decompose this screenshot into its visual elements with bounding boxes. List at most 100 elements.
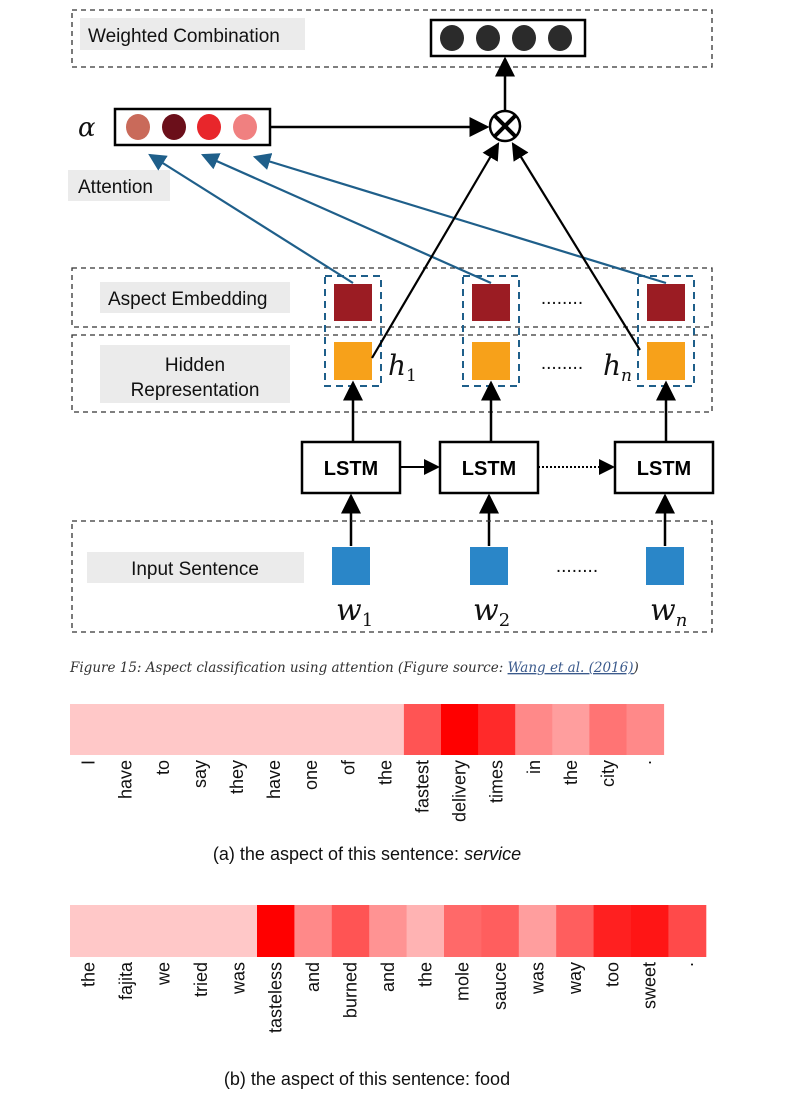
heatmap-cell [294,905,333,957]
heatmap-cell [515,704,553,755]
token-label: . [677,962,697,967]
time-step-columns: LSTM LSTM LSTM [300,275,715,585]
attention-arrow [252,153,667,285]
token-label: was [228,962,248,995]
token-label: sweet [640,962,660,1009]
input-sentence-label: Input Sentence [131,559,259,580]
output-cell [476,25,500,51]
attention-label: Attention [78,177,153,198]
ellipsis: ........ [541,353,583,374]
heatmap-cell [70,704,108,755]
token-label: fastest [412,760,432,813]
heatmap-cell [292,704,331,755]
attention-weight-cell [162,114,186,140]
token-label: I [79,760,99,765]
token-label: mole [453,962,473,1001]
lstm-label: LSTM [324,458,378,480]
heatmap-a-caption: (a) the aspect of this sentence: service [213,844,521,864]
aspect-embedding-square [334,284,372,321]
hidden-label-line2: Representation [131,380,260,401]
w1-label: w1 [336,593,373,631]
heatmap-cell [219,905,258,957]
attention-arrow [148,153,354,284]
heatmap-cell [144,905,183,957]
hidden-state-square [334,342,372,380]
token-label: the [375,760,395,785]
token-label: one [301,760,321,790]
attention-weight-cell [233,114,257,140]
token-label: have [116,760,136,799]
arrow [371,142,500,359]
heatmap-cell [107,905,146,957]
token-label: way [565,962,585,995]
aspect-embedding-label: Aspect Embedding [108,289,268,310]
token-label: we [154,962,174,986]
token-label: of [338,759,358,775]
output-cell [548,25,572,51]
token-label: and [303,962,323,992]
token-label: fajita [116,961,136,1000]
token-label: in [524,760,544,774]
input-word-square [470,547,508,585]
heatmap-cell [444,905,482,957]
heatmap-cell [70,905,108,957]
heatmap-cell [255,704,294,755]
weighted-combination-label: Weighted Combination [88,26,280,47]
figure-caption: Figure 15: Aspect classification using a… [69,660,639,676]
token-label: city [598,760,618,787]
input-word-square [332,547,370,585]
heatmap-cell [593,905,632,957]
token-label: too [602,962,622,987]
output-cell [440,25,464,51]
token-label: have [264,760,284,799]
output-cell [512,25,536,51]
input-word-square [646,547,684,585]
aspect-embedding-square [472,284,510,321]
heatmap-cell [144,704,182,755]
attention-weight-cell [197,114,221,140]
token-label: and [378,962,398,992]
alpha-symbol: α [78,113,96,143]
hidden-state-square [472,342,510,380]
heatmap-service: Ihave to say they have one of the fastest deliver… [70,704,665,822]
source-link[interactable]: Wang et al. (2016) [508,660,634,676]
token-label: they [227,760,247,794]
token-label: times [487,760,507,803]
heatmap-cell [218,704,256,755]
token-label: delivery [450,760,470,822]
heatmap-cell [182,905,221,957]
heatmap-cell [107,704,145,755]
heatmap-cell [668,905,707,957]
heatmap-cell [552,704,590,755]
token-label: to [153,760,173,775]
token-label: sauce [490,962,510,1010]
heatmap-cell [481,905,520,957]
figure: Weighted Combination α Attention Aspect … [68,9,715,1089]
token-label: the [79,962,99,987]
heatmap-cell [441,704,479,755]
hidden-state-square [647,342,685,380]
heatmap-cell [181,704,219,755]
heatmap-cell [626,704,665,755]
aspect-embedding-square [647,284,685,321]
heatmap-cell [631,905,669,957]
heatmap-cell [478,704,516,755]
token-label: was [528,962,548,995]
h1-label: h1 [388,349,417,386]
heatmap-cell [406,905,445,957]
heatmap-cell [518,905,557,957]
arrow [511,142,641,351]
lstm-label: LSTM [462,458,516,480]
heatmap-cell [403,704,442,755]
heatmap-cell [329,704,368,755]
hidden-label-line1: Hidden [165,355,225,376]
heatmap-cell [556,905,595,957]
heatmap-cell [589,704,627,755]
attention-arrow [200,153,492,285]
token-label: tasteless [266,962,286,1033]
heatmap-cell [369,905,408,957]
lstm-label: LSTM [637,458,691,480]
attention-weight-cell [126,114,150,140]
arrows [148,142,667,359]
ellipsis: ........ [556,556,598,577]
